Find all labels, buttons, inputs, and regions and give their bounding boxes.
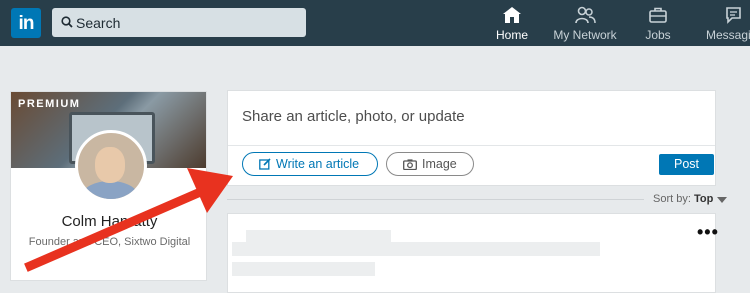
home-icon [503,7,521,23]
camera-icon [403,159,417,170]
share-divider [228,145,715,146]
nav-messaging[interactable]: Messaging [703,6,750,42]
profile-card: PREMIUM Colm Hanratty Founder and CEO, S… [10,91,207,281]
chevron-down-icon[interactable] [717,197,727,203]
write-article-label: Write an article [276,157,360,171]
loading-placeholder [232,242,600,256]
briefcase-icon [649,7,667,23]
edit-icon [259,158,271,170]
nav-home-label: Home [495,28,528,42]
nav-my-network-label: My Network [553,28,617,42]
nav-home[interactable]: Home [492,6,532,42]
nav-messaging-label: Messaging [705,28,750,42]
messaging-icon [726,7,741,24]
post-button[interactable]: Post [659,154,714,175]
premium-badge: PREMIUM [18,98,81,110]
share-prompt[interactable]: Share an article, photo, or update [242,108,465,125]
sort-value: Top [693,193,714,205]
sort-control[interactable]: Sort by: Top [653,193,713,205]
avatar[interactable] [75,130,147,202]
profile-headline: Founder and CEO, Sixtwo Digital [28,236,191,248]
image-label: Image [422,157,457,171]
search-icon [61,16,73,28]
avatar-shirt [82,181,138,199]
sort-label: Sort by: [653,193,691,205]
nav-jobs[interactable]: Jobs [640,6,676,42]
top-navbar: in Search Home My Network Jobs Messagi [0,0,750,46]
nav-jobs-label: Jobs [645,28,671,42]
search-placeholder: Search [76,15,121,31]
more-options-icon[interactable]: ••• [697,222,719,243]
search-input[interactable]: Search [52,8,306,37]
sort-divider [227,199,644,200]
avatar-face [95,147,125,183]
loading-placeholder [232,262,375,276]
image-button[interactable]: Image [386,152,474,176]
feed-post-card [227,213,716,293]
profile-name[interactable]: Colm Hanratty [11,213,206,230]
share-box: Share an article, photo, or update Write… [227,90,716,186]
linkedin-logo[interactable]: in [11,8,41,38]
network-icon [575,6,596,24]
write-article-button[interactable]: Write an article [242,152,378,176]
nav-my-network[interactable]: My Network [553,6,617,42]
